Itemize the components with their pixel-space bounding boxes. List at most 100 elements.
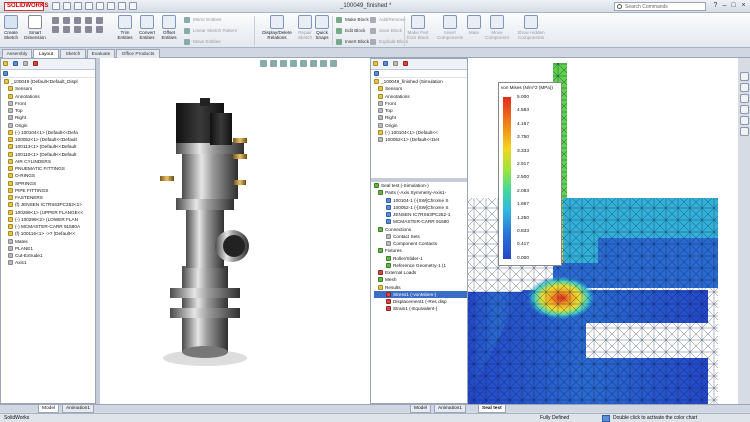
display-manager-icon[interactable] bbox=[403, 61, 408, 66]
tab-model-left[interactable]: Model bbox=[38, 405, 60, 413]
configuration-manager-icon[interactable] bbox=[393, 61, 398, 66]
search-input[interactable]: Search Commands bbox=[614, 2, 706, 11]
mate-button[interactable]: Mate bbox=[466, 15, 482, 47]
filter-bar-right[interactable] bbox=[374, 70, 467, 78]
tree-item[interactable]: 100052<1> (Default<<Default bbox=[4, 136, 95, 143]
fillet-icon[interactable] bbox=[85, 26, 92, 33]
tree-item[interactable]: Sensors bbox=[374, 85, 467, 92]
tree-item[interactable]: Results bbox=[374, 284, 467, 291]
display-relations-button[interactable]: Display/Delete Relations bbox=[258, 15, 296, 47]
new-file-icon[interactable] bbox=[52, 2, 60, 10]
save-icon[interactable] bbox=[74, 2, 82, 10]
display-style-icon[interactable] bbox=[310, 60, 317, 67]
tree-item[interactable]: Axis1 bbox=[4, 259, 95, 266]
tab-assembly[interactable]: Assembly bbox=[2, 49, 32, 58]
tab-layout[interactable]: Layout bbox=[33, 49, 59, 58]
home-icon[interactable] bbox=[740, 72, 749, 81]
property-manager-icon[interactable] bbox=[383, 61, 388, 66]
tree-item[interactable]: 100052<1> (Default<<Det bbox=[374, 136, 467, 143]
convert-entities-button[interactable]: Convert Entities bbox=[137, 15, 157, 47]
rectangle-icon[interactable] bbox=[63, 17, 70, 24]
repair-sketch-button[interactable]: Repair Sketch bbox=[296, 15, 314, 47]
tree-item[interactable]: FASTENERS bbox=[4, 194, 95, 201]
tree-item[interactable]: Mesh bbox=[374, 276, 467, 283]
undo-icon[interactable] bbox=[96, 2, 104, 10]
solidworks-logo[interactable]: SOLIDWORKS bbox=[4, 2, 48, 11]
print-icon[interactable] bbox=[85, 2, 93, 10]
tree-item[interactable]: PLANE1 bbox=[4, 245, 95, 252]
circle-icon[interactable] bbox=[85, 17, 92, 24]
display-manager-icon[interactable] bbox=[33, 61, 38, 66]
tree-item[interactable]: Mates bbox=[4, 238, 95, 245]
restore-button[interactable]: □ bbox=[730, 2, 737, 10]
tree-item[interactable]: Roller/Slider-1 bbox=[374, 255, 467, 262]
tree-item[interactable]: Stress1 (-vonMises-) bbox=[374, 290, 467, 298]
tree-item[interactable]: 100104-1 (-[SW]Chrome S bbox=[374, 197, 467, 204]
slot-icon[interactable] bbox=[74, 17, 81, 24]
tree-item[interactable]: Right bbox=[4, 114, 95, 121]
tree-item[interactable]: Right bbox=[374, 114, 467, 121]
smart-dimension-button[interactable]: Smart Dimension bbox=[24, 15, 46, 47]
rebuild-icon[interactable] bbox=[118, 2, 126, 10]
left-graphics-area[interactable] bbox=[100, 58, 370, 404]
feature-manager-icon[interactable] bbox=[373, 61, 378, 66]
ellipse-icon[interactable] bbox=[74, 26, 81, 33]
edit-block-button[interactable]: Edit Block bbox=[336, 26, 365, 35]
tab-model-right[interactable]: Model bbox=[410, 405, 432, 413]
appearance-icon[interactable] bbox=[330, 60, 337, 67]
tab-evaluate[interactable]: Evaluate bbox=[87, 49, 115, 58]
make-part-from-block-button[interactable]: Make Part from Block bbox=[406, 15, 430, 47]
tree-item[interactable]: (-) 100104<1> (Default<<Defa bbox=[4, 129, 95, 136]
tree-item[interactable]: Connections bbox=[374, 226, 467, 233]
tree-item[interactable]: Strain1 (-Equivalent-) bbox=[374, 305, 467, 312]
file-explorer-icon[interactable] bbox=[740, 94, 749, 103]
tab-animation-right[interactable]: Animation1 bbox=[434, 405, 466, 413]
tree-item[interactable]: MCMASTER-CARR 91580 bbox=[374, 218, 467, 225]
tree-item[interactable]: 100052-1 (-[SW]Chrome S bbox=[374, 204, 467, 211]
color-legend[interactable]: von Mises (N/m^2 (MPa)) 5.000 4.583 4.167 3… bbox=[498, 82, 562, 266]
add-remove-button[interactable]: Add/Remove bbox=[370, 15, 406, 24]
tab-seal-test[interactable]: Seal test bbox=[478, 405, 506, 413]
tree-item[interactable]: (-) 100299<2> (LOWER FLAN bbox=[4, 216, 95, 223]
open-file-icon[interactable] bbox=[63, 2, 71, 10]
custom-properties-icon[interactable] bbox=[740, 127, 749, 136]
tree-item[interactable]: Cut-Extrude1 bbox=[4, 252, 95, 259]
tree-item[interactable]: SPRINGS bbox=[4, 180, 95, 187]
mirror-entities-button[interactable]: Mirror Entities bbox=[184, 15, 221, 24]
filter-bar[interactable] bbox=[1, 70, 95, 78]
tree-item[interactable]: PIPE FITTINGS bbox=[4, 187, 95, 194]
linear-pattern-button[interactable]: Linear Sketch Pattern bbox=[184, 26, 237, 35]
tree-item[interactable]: (f) 100116<1> ->? (Default<< bbox=[4, 230, 95, 237]
trim-entities-button[interactable]: Trim Entities bbox=[116, 15, 134, 47]
tree-item[interactable]: JENSEN IC7RS63PC252-1 bbox=[374, 211, 467, 218]
close-button[interactable]: × bbox=[740, 2, 747, 10]
tree-item[interactable]: Annotations bbox=[4, 93, 95, 100]
study-root[interactable]: Seal test (-Simulation-) bbox=[374, 182, 467, 189]
quick-snaps-button[interactable]: Quick Snaps bbox=[314, 15, 330, 47]
tree-item[interactable]: Sensors bbox=[4, 85, 95, 92]
tree-item[interactable]: PNUEMATIC FITTINGS bbox=[4, 165, 95, 172]
tree-item[interactable]: Annotations bbox=[374, 93, 467, 100]
previous-view-icon[interactable] bbox=[280, 60, 287, 67]
save-block-button[interactable]: Save Block bbox=[370, 26, 402, 35]
tree-item[interactable]: (-) MCMASTER-CARR 91580A bbox=[4, 223, 95, 230]
tree-item[interactable]: O-RINGS bbox=[4, 172, 95, 179]
tree-item[interactable]: Top bbox=[4, 107, 95, 114]
point-icon[interactable] bbox=[96, 26, 103, 33]
zoom-fit-icon[interactable] bbox=[260, 60, 267, 67]
tree-item[interactable]: External Loads bbox=[374, 269, 467, 276]
explode-block-button[interactable]: Explode Block bbox=[370, 37, 408, 46]
insert-components-button[interactable]: Insert Components bbox=[436, 15, 464, 47]
tree-item[interactable]: Parts (-Axis Symmetry-Axis1- bbox=[374, 189, 467, 196]
design-library-icon[interactable] bbox=[740, 83, 749, 92]
simulation-graphics-area[interactable]: von Mises (N/m^2 (MPa)) 5.000 4.583 4.167 3… bbox=[468, 58, 738, 404]
configuration-manager-icon[interactable] bbox=[23, 61, 28, 66]
property-manager-icon[interactable] bbox=[13, 61, 18, 66]
zoom-area-icon[interactable] bbox=[270, 60, 277, 67]
tree-item[interactable]: 100299<1> (UPPER FLANGE<< bbox=[4, 209, 95, 216]
tab-animation-left[interactable]: Animation1 bbox=[62, 405, 94, 413]
arc-icon[interactable] bbox=[96, 17, 103, 24]
show-hidden-components-button[interactable]: Show Hidden Components bbox=[514, 15, 548, 47]
tree-item[interactable]: Front bbox=[374, 100, 467, 107]
tree-item[interactable]: Reference Geometry-1 (1 bbox=[374, 262, 467, 269]
